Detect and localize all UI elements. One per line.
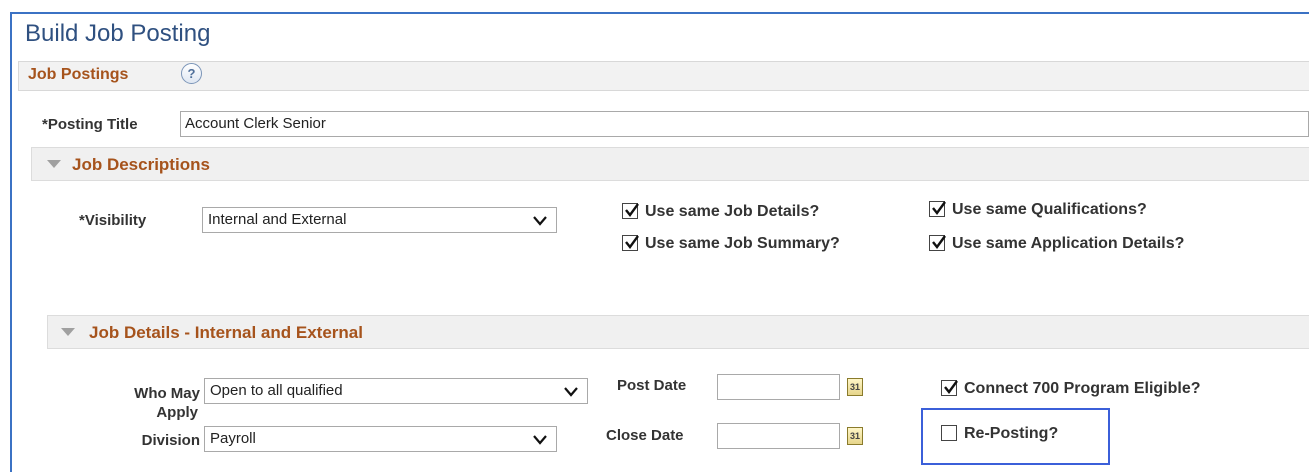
use-same-job-summary-label: Use same Job Summary? (645, 235, 840, 252)
job-details-title[interactable]: Job Details - Internal and External (89, 323, 363, 343)
division-select[interactable]: Payroll (204, 426, 557, 452)
checkmark-icon (932, 235, 946, 249)
reposting-label: Re-Posting? (964, 425, 1059, 442)
connect-700-checkbox[interactable] (941, 380, 958, 396)
collapse-triangle-icon[interactable] (61, 328, 75, 336)
post-date-label: Post Date (617, 377, 687, 394)
visibility-value: Internal and External (208, 211, 347, 228)
reposting-checkbox[interactable] (941, 425, 957, 441)
who-may-apply-label-2: Apply (156, 404, 198, 421)
chevron-down-icon (533, 435, 547, 445)
use-same-job-summary-checkbox[interactable] (622, 235, 639, 251)
use-same-application-details-checkbox[interactable] (929, 235, 946, 251)
checkmark-icon (932, 201, 946, 215)
use-same-application-details-label: Use same Application Details? (952, 235, 1185, 252)
job-postings-title: Job Postings (28, 66, 129, 83)
calendar-icon[interactable]: 31 (847, 378, 863, 396)
use-same-job-details-label: Use same Job Details? (645, 203, 820, 220)
close-date-label: Close Date (606, 427, 684, 444)
connect-700-label: Connect 700 Program Eligible? (964, 380, 1201, 397)
job-descriptions-title[interactable]: Job Descriptions (72, 155, 210, 175)
who-may-apply-label: Who May (134, 385, 200, 402)
chevron-down-icon (564, 387, 578, 397)
who-may-apply-value: Open to all qualified (210, 382, 343, 399)
visibility-select[interactable]: Internal and External (202, 207, 557, 233)
chevron-down-icon (533, 216, 547, 226)
use-same-qualifications-checkbox[interactable] (929, 201, 946, 217)
division-label: Division (141, 432, 200, 449)
posting-title-label: *Posting Title (42, 116, 138, 133)
use-same-job-details-checkbox[interactable] (622, 203, 639, 219)
checkmark-icon (625, 235, 639, 249)
close-date-input[interactable] (717, 423, 840, 449)
who-may-apply-select[interactable]: Open to all qualified (204, 378, 588, 404)
page-title: Build Job Posting (25, 20, 211, 47)
post-date-input[interactable] (717, 374, 840, 400)
division-value: Payroll (210, 430, 256, 447)
use-same-qualifications-label: Use same Qualifications? (952, 201, 1147, 218)
collapse-triangle-icon[interactable] (47, 160, 61, 168)
calendar-icon[interactable]: 31 (847, 427, 863, 445)
posting-title-input[interactable]: Account Clerk Senior (180, 111, 1309, 137)
checkmark-icon (944, 380, 958, 394)
posting-title-value: Account Clerk Senior (185, 115, 326, 132)
job-postings-header-bar (18, 61, 1309, 91)
help-icon[interactable]: ? (181, 63, 202, 84)
visibility-label: *Visibility (79, 212, 147, 229)
checkmark-icon (625, 203, 639, 217)
job-descriptions-section-bar[interactable] (31, 147, 1309, 181)
